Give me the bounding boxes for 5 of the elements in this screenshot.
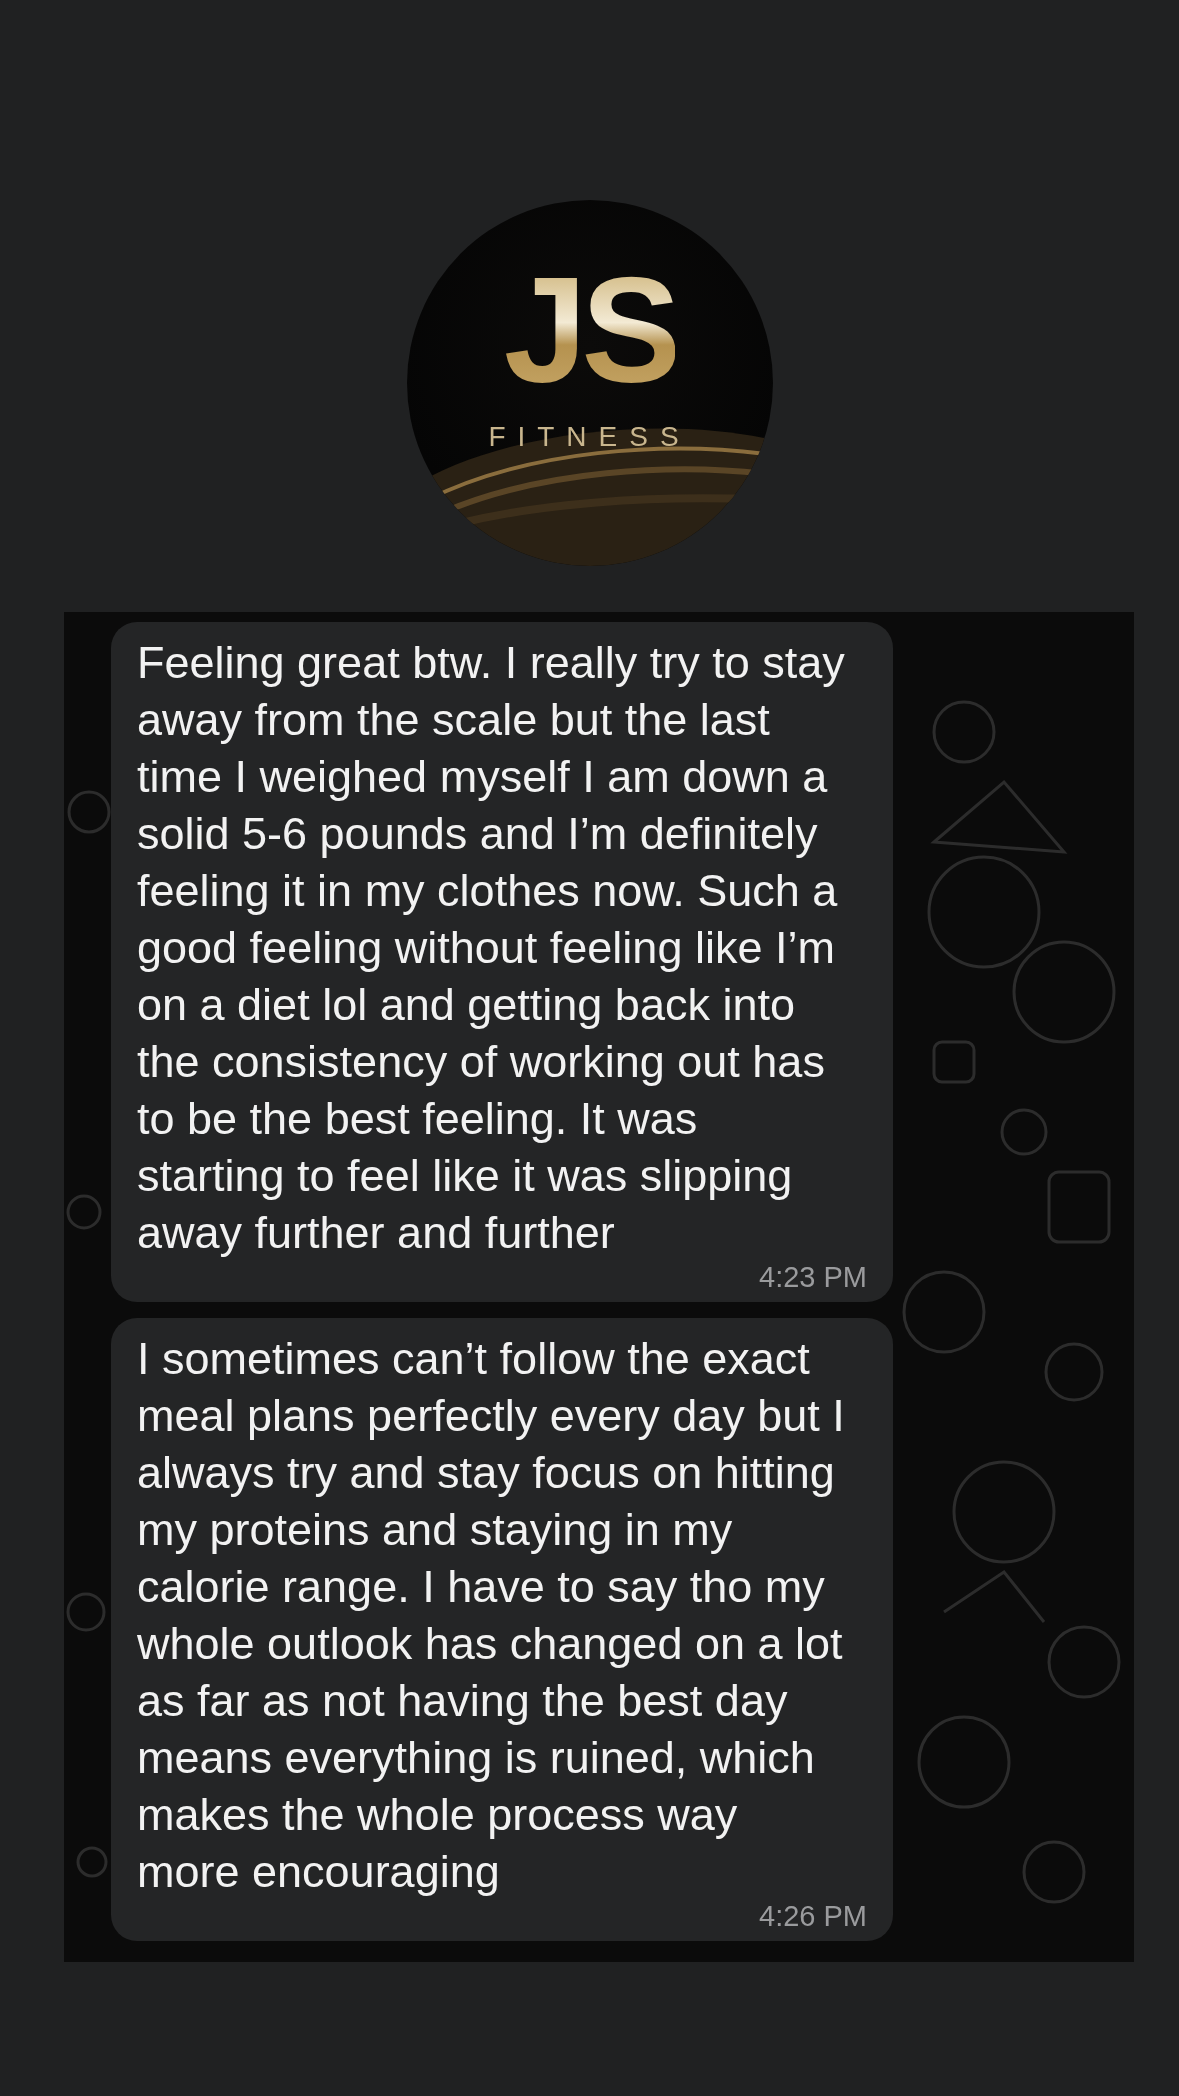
- logo-tagline: FITNESS: [488, 423, 691, 451]
- message-text: Feeling great btw. I really try to stay away from the scale but the last time I weighed myself I am down a solid 5-6 pounds and I’m definitely feeling it in my clothes now. Such a good feeling without feeling like I’m on a diet lol and getting back into the consistency of working out has to be the best feeling. It was starting to feel like it was slipping away further and further: [137, 636, 845, 1260]
- message-time: 4:26 PM: [759, 1902, 867, 1931]
- message-text: I sometimes can’t follow the exact meal plans perfectly every day but I always try and stay focus on hitting my proteins and staying in my calorie range. I have to say tho my whole outlook has changed on a lot as far as not having the best day means everything is ruined, which makes the whole process way more encouraging: [137, 1332, 845, 1899]
- message-time: 4:23 PM: [759, 1263, 867, 1292]
